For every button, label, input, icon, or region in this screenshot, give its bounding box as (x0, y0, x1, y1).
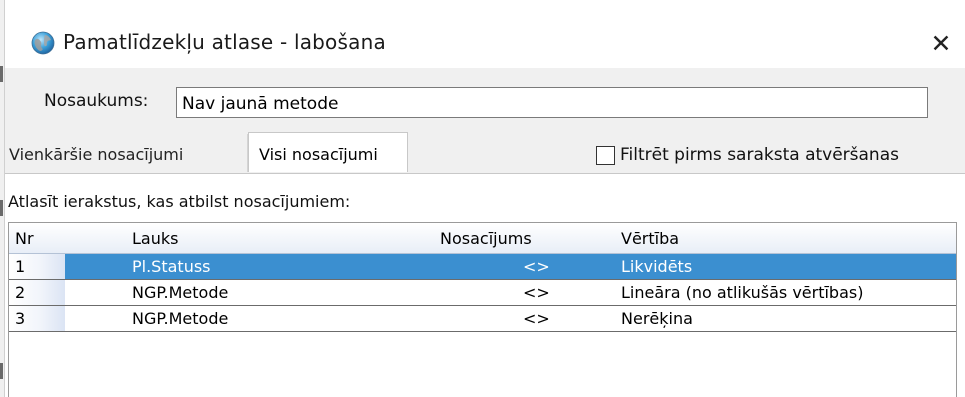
window-title: Pamatlīdzekļu atlase - labošana (63, 30, 386, 54)
table-row[interactable]: 2 NGP.Metode <> Lineāra (no atlikušās vē… (9, 280, 956, 306)
table-row[interactable]: 3 NGP.Metode <> Nerēķina (9, 306, 956, 332)
row-value: Lineāra (no atlikušās vērtības) (621, 283, 864, 302)
border-tick (0, 200, 3, 216)
column-header-condition[interactable]: Nosacījums (440, 229, 532, 248)
row-nr: 1 (15, 257, 26, 276)
row-field: Pl.Statuss (132, 257, 211, 276)
grid-header: Nr Lauks Nosacījums Vērtība (9, 223, 956, 254)
row-condition: <> (523, 257, 550, 276)
column-header-value[interactable]: Vērtība (621, 229, 679, 248)
border-tick (0, 66, 3, 82)
checkbox-icon[interactable] (596, 145, 615, 165)
conditions-grid: Nr Lauks Nosacījums Vērtība 1 Pl.Statuss… (8, 222, 957, 397)
row-field: NGP.Metode (132, 309, 229, 328)
title-bar[interactable]: Pamatlīdzekļu atlase - labošana ✕ (5, 0, 965, 68)
filter-checkbox-label[interactable]: Filtrēt pirms saraksta atvēršanas (620, 145, 899, 165)
row-nr: 3 (15, 309, 26, 328)
name-label: Nosaukums: (44, 91, 149, 111)
tab-simple-conditions[interactable]: Vienkāršie nosacījumi (5, 134, 248, 172)
table-row[interactable]: 1 Pl.Statuss <> Likvidēts (9, 254, 956, 280)
row-field: NGP.Metode (132, 283, 229, 302)
row-value: Nerēķina (621, 309, 693, 328)
filter-checkbox-row[interactable]: Filtrēt pirms saraksta atvēršanas (596, 145, 899, 165)
column-header-field[interactable]: Lauks (132, 229, 178, 248)
row-condition: <> (523, 283, 550, 302)
tab-all-conditions[interactable]: Visi nosacījumi (248, 132, 408, 172)
close-icon[interactable]: ✕ (923, 26, 959, 60)
dialog-window: Pamatlīdzekļu atlase - labošana ✕ Nosauk… (0, 0, 965, 397)
column-header-nr[interactable]: Nr (15, 229, 34, 248)
row-condition: <> (523, 309, 550, 328)
name-input[interactable] (176, 87, 928, 118)
row-nr: 2 (15, 283, 26, 302)
criteria-label: Atlasīt ierakstus, kas atbilst nosacījum… (8, 192, 351, 211)
border-tick (0, 363, 3, 379)
globe-icon (31, 31, 55, 55)
row-value: Likvidēts (621, 257, 693, 276)
